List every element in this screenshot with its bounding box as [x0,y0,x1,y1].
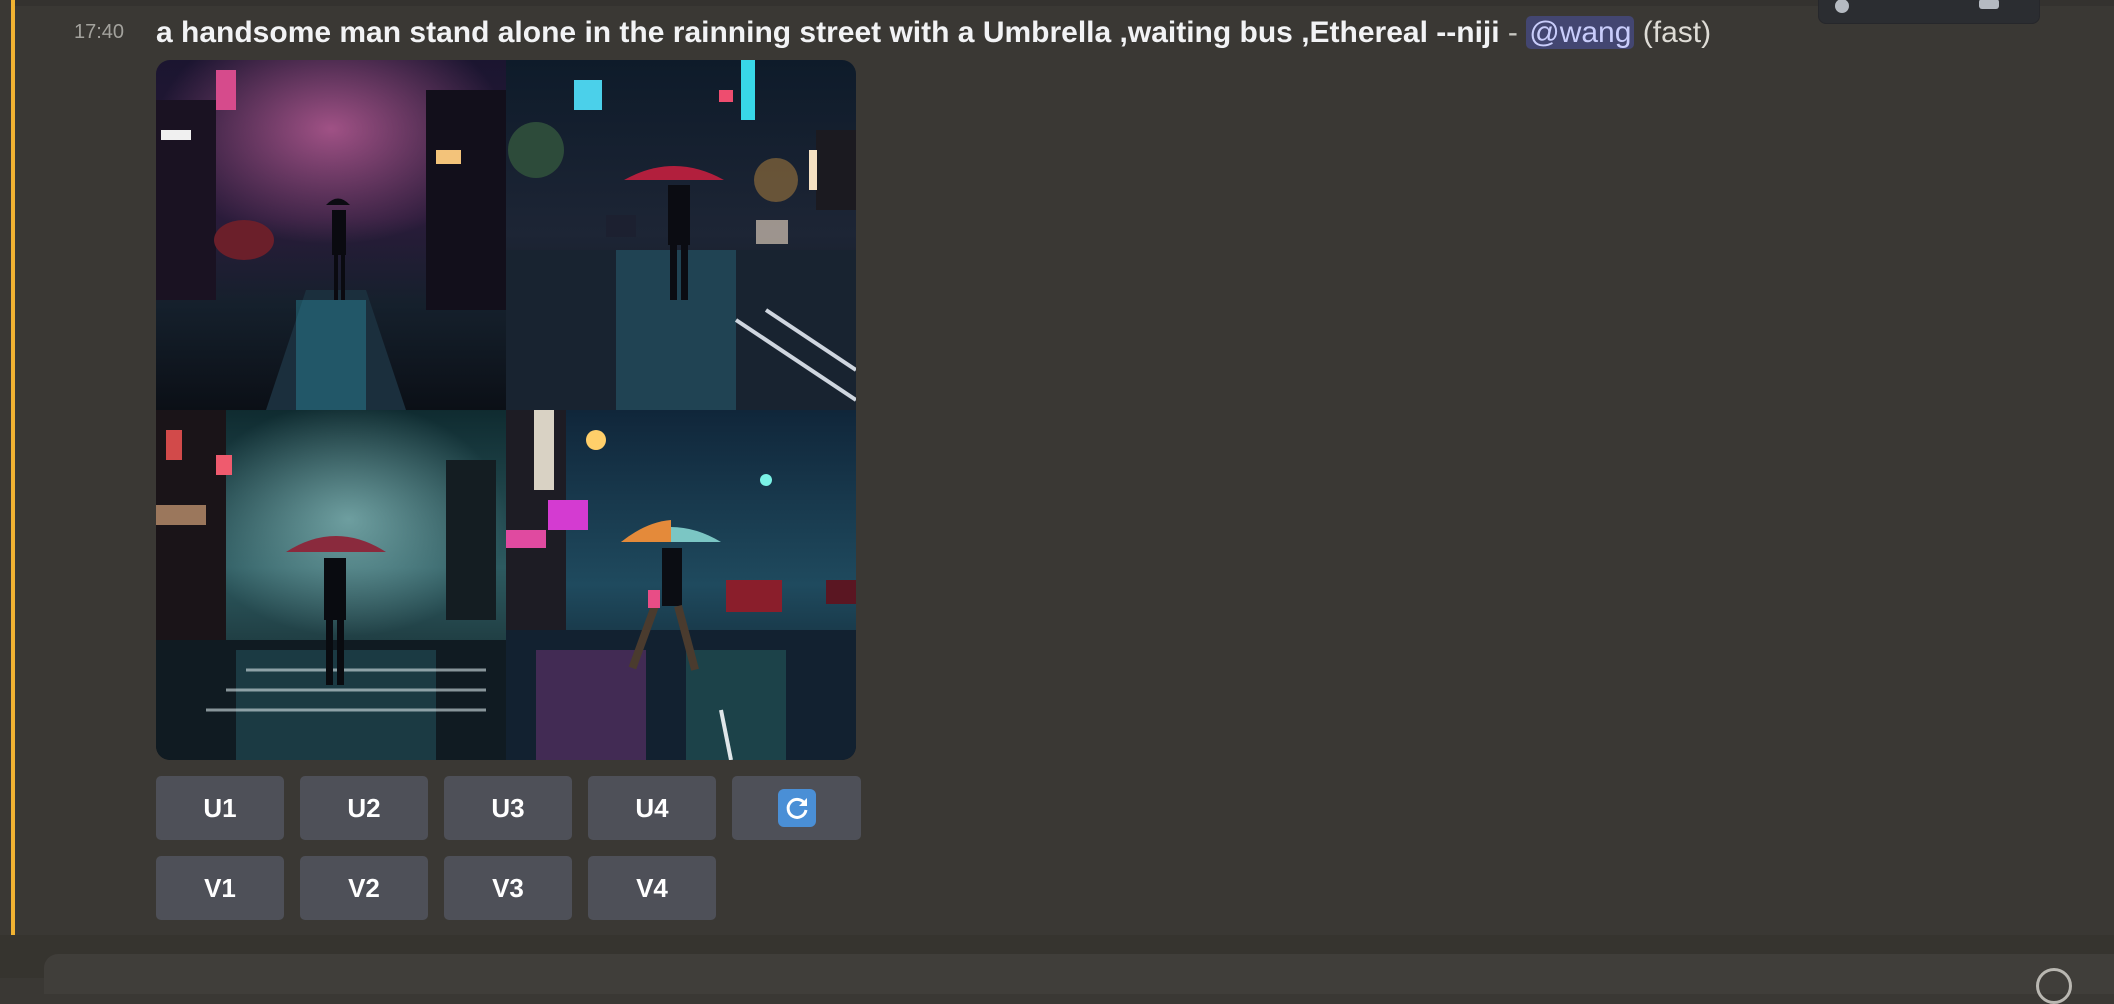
grid-image-1[interactable] [156,60,506,410]
variation-button-1[interactable]: V1 [156,856,284,920]
divider [15,0,2114,6]
user-mention[interactable]: @wang [1526,16,1635,49]
prompt-text: a handsome man stand alone in the rainni… [156,16,1500,49]
message-timestamp: 17:40 [74,21,125,43]
separator: - [1499,16,1527,49]
rainy-street-image [156,410,506,760]
rainy-street-image [506,410,856,760]
variation-button-2[interactable]: V2 [300,856,428,920]
message: 17:40 a handsome man stand alone in the … [0,0,2114,935]
upscale-button-2[interactable]: U2 [300,776,428,840]
reroll-button[interactable] [732,776,861,840]
refresh-icon [777,789,816,827]
message-hover-toolbar[interactable] [1818,0,2040,24]
variation-button-4[interactable]: V4 [588,856,716,920]
reaction-icon[interactable] [1835,0,1849,13]
variation-button-3[interactable]: V3 [444,856,572,920]
grid-image-4[interactable] [506,410,856,760]
upscale-button-1[interactable]: U1 [156,776,284,840]
image-grid[interactable] [156,60,856,760]
speed-label: (fast) [1642,16,1712,49]
grid-image-3[interactable] [156,410,506,760]
upscale-button-3[interactable]: U3 [444,776,572,840]
upscale-button-4[interactable]: U4 [588,776,716,840]
emoji-icon[interactable] [2036,968,2072,1004]
rainy-street-image [156,60,506,410]
message-composer[interactable] [44,954,2114,994]
mention-highlight-bar [11,0,15,935]
grid-image-2[interactable] [506,60,856,410]
message-content: a handsome man stand alone in the rainni… [156,14,1711,52]
rainy-street-image [506,60,856,410]
reply-icon[interactable] [1979,0,1999,9]
